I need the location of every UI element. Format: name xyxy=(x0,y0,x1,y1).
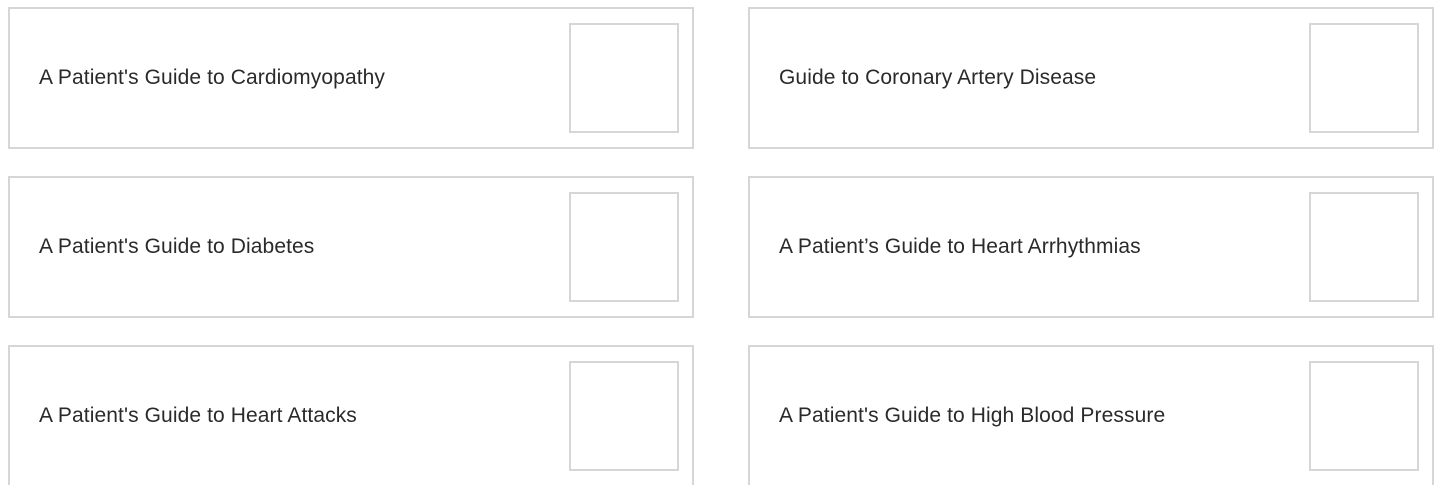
resource-card-heart-arrhythmias[interactable]: A Patient’s Guide to Heart Arrhythmias xyxy=(748,176,1434,318)
resource-card-title: A Patient's Guide to Cardiomyopathy xyxy=(39,66,386,89)
resource-card-heart-attacks[interactable]: A Patient's Guide to Heart Attacks xyxy=(8,345,694,485)
resource-thumbnail xyxy=(569,361,679,471)
resource-card-cardiomyopathy[interactable]: A Patient's Guide to Cardiomyopathy xyxy=(8,7,694,149)
resource-card-coronary-artery-disease[interactable]: Guide to Coronary Artery Disease xyxy=(748,7,1434,149)
resource-card-high-blood-pressure[interactable]: A Patient's Guide to High Blood Pressure xyxy=(748,345,1434,485)
resource-card-title: A Patient's Guide to Heart Attacks xyxy=(39,404,357,427)
resource-thumbnail xyxy=(1309,23,1419,133)
resource-card-title: A Patient's Guide to Diabetes xyxy=(39,235,315,258)
resource-thumbnail xyxy=(569,192,679,302)
resource-card-grid: A Patient's Guide to Cardiomyopathy Guid… xyxy=(8,7,1434,485)
resource-thumbnail xyxy=(1309,361,1419,471)
resource-card-title: A Patient's Guide to High Blood Pressure xyxy=(779,404,1166,427)
resource-card-title: A Patient’s Guide to Heart Arrhythmias xyxy=(779,235,1141,258)
resource-card-diabetes[interactable]: A Patient's Guide to Diabetes xyxy=(8,176,694,318)
resource-thumbnail xyxy=(569,23,679,133)
resource-card-title: Guide to Coronary Artery Disease xyxy=(779,66,1097,89)
resource-thumbnail xyxy=(1309,192,1419,302)
